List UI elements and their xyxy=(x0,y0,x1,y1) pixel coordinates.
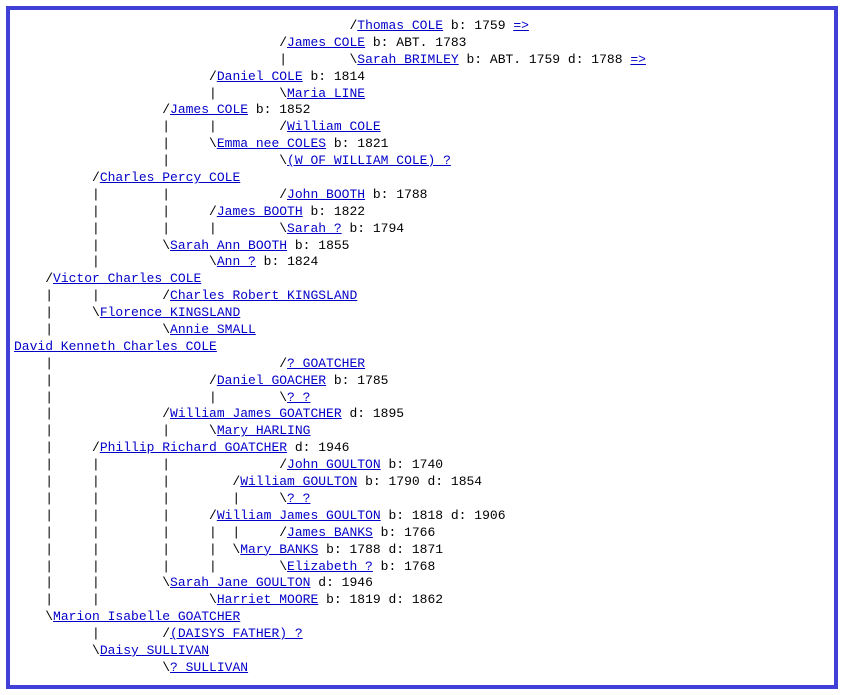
vital-dates: b: 1822 xyxy=(303,204,365,219)
vital-dates: d: 1946 xyxy=(287,440,349,455)
vital-dates: b: 1794 xyxy=(342,221,404,236)
vital-dates: b: 1788 d: 1871 xyxy=(318,542,443,557)
vital-dates: b: 1814 xyxy=(303,69,365,84)
person-link[interactable]: James BANKS xyxy=(287,525,373,540)
person-link[interactable]: William James GOULTON xyxy=(217,508,381,523)
person-link[interactable]: James BOOTH xyxy=(217,204,303,219)
person-link[interactable]: William James GOATCHER xyxy=(170,406,342,421)
person-link[interactable]: Daniel COLE xyxy=(217,69,303,84)
person-link[interactable]: Thomas COLE xyxy=(357,18,443,33)
vital-dates: b: 1790 d: 1854 xyxy=(357,474,482,489)
person-link[interactable]: Phillip Richard GOATCHER xyxy=(100,440,287,455)
person-link[interactable]: Victor Charles COLE xyxy=(53,271,201,286)
person-link[interactable]: ? GOATCHER xyxy=(287,356,365,371)
pedigree-frame: /Thomas COLE b: 1759 => /James COLE b: A… xyxy=(6,6,838,689)
person-link[interactable]: ? ? xyxy=(287,491,310,506)
vital-dates: b: 1821 xyxy=(326,136,388,151)
person-link[interactable]: Harriet MOORE xyxy=(217,592,318,607)
person-link[interactable]: Sarah BRIMLEY xyxy=(357,52,458,67)
person-link[interactable]: Sarah ? xyxy=(287,221,342,236)
person-link[interactable]: Daisy SULLIVAN xyxy=(100,643,209,658)
vital-dates: b: 1740 xyxy=(381,457,443,472)
vital-dates: b: ABT. 1783 xyxy=(365,35,466,50)
continue-arrow-link[interactable]: => xyxy=(513,18,529,33)
vital-dates: b: 1785 xyxy=(326,373,388,388)
person-link[interactable]: William GOULTON xyxy=(240,474,357,489)
person-link[interactable]: Elizabeth ? xyxy=(287,559,373,574)
vital-dates: b: 1818 d: 1906 xyxy=(381,508,506,523)
person-link[interactable]: Daniel GOACHER xyxy=(217,373,326,388)
person-link[interactable]: Charles Percy COLE xyxy=(100,170,240,185)
person-link[interactable]: Mary HARLING xyxy=(217,423,311,438)
person-link[interactable]: (DAISYS FATHER) ? xyxy=(170,626,303,641)
continue-arrow-link[interactable]: => xyxy=(630,52,646,67)
person-link[interactable]: (W OF WILLIAM COLE) ? xyxy=(287,153,451,168)
person-link[interactable]: John GOULTON xyxy=(287,457,381,472)
person-link[interactable]: David Kenneth Charles COLE xyxy=(14,339,217,354)
person-link[interactable]: Florence KINGSLAND xyxy=(100,305,240,320)
person-link[interactable]: Sarah Ann BOOTH xyxy=(170,238,287,253)
vital-dates: b: 1855 xyxy=(287,238,349,253)
person-link[interactable]: Sarah Jane GOULTON xyxy=(170,575,310,590)
person-link[interactable]: Maria LINE xyxy=(287,86,365,101)
person-link[interactable]: Ann ? xyxy=(217,254,256,269)
person-link[interactable]: ? SULLIVAN xyxy=(170,660,248,675)
pedigree-tree: /Thomas COLE b: 1759 => /James COLE b: A… xyxy=(14,18,830,677)
person-link[interactable]: William COLE xyxy=(287,119,381,134)
vital-dates: d: 1895 xyxy=(342,406,404,421)
person-link[interactable]: Marion Isabelle GOATCHER xyxy=(53,609,240,624)
person-link[interactable]: Emma nee COLES xyxy=(217,136,326,151)
person-link[interactable]: James COLE xyxy=(287,35,365,50)
vital-dates: b: 1768 xyxy=(373,559,435,574)
vital-dates: b: 1766 xyxy=(373,525,435,540)
vital-dates: b: 1759 xyxy=(443,18,513,33)
person-link[interactable]: Charles Robert KINGSLAND xyxy=(170,288,357,303)
person-link[interactable]: John BOOTH xyxy=(287,187,365,202)
person-link[interactable]: James COLE xyxy=(170,102,248,117)
vital-dates: b: 1824 xyxy=(256,254,318,269)
person-link[interactable]: Mary BANKS xyxy=(240,542,318,557)
person-link[interactable]: Annie SMALL xyxy=(170,322,256,337)
vital-dates: b: 1788 xyxy=(365,187,427,202)
vital-dates: b: 1852 xyxy=(248,102,310,117)
vital-dates: b: ABT. 1759 d: 1788 xyxy=(459,52,631,67)
vital-dates: d: 1946 xyxy=(310,575,372,590)
person-link[interactable]: ? ? xyxy=(287,390,310,405)
vital-dates: b: 1819 d: 1862 xyxy=(318,592,443,607)
